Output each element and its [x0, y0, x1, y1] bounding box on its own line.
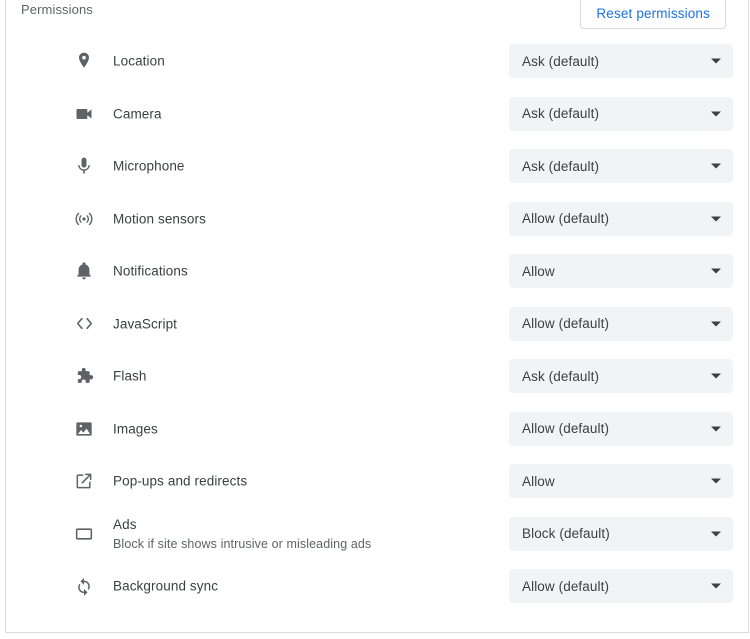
bell-icon: [73, 260, 95, 282]
microphone-icon: [73, 155, 95, 177]
ads-rectangle-icon: [73, 523, 95, 545]
location-pin-icon: [73, 50, 95, 72]
permission-row: Images Allow (default): [6, 403, 748, 456]
permission-text: Microphone: [113, 157, 185, 176]
permission-select-value: Allow (default): [522, 316, 610, 332]
chevron-down-icon: [711, 426, 721, 432]
chevron-down-icon: [711, 111, 721, 117]
permission-select[interactable]: Allow: [509, 254, 733, 289]
permission-select[interactable]: Ask (default): [509, 149, 733, 184]
permission-text: Camera: [113, 104, 162, 123]
permission-row: Microphone Ask (default): [6, 140, 748, 193]
permission-select-value: Allow (default): [522, 211, 610, 227]
chevron-down-icon: [711, 163, 721, 169]
permission-label: Motion sensors: [113, 211, 206, 227]
permission-text: Ads Block if site shows intrusive or misl…: [113, 515, 371, 553]
permission-text: Notifications: [113, 262, 188, 281]
chevron-down-icon: [711, 268, 721, 274]
permission-select-value: Allow: [522, 473, 555, 489]
permission-label: Flash: [113, 368, 147, 384]
permission-row: Notifications Allow: [6, 245, 748, 298]
permission-label: Camera: [113, 106, 162, 122]
permission-select-value: Block (default): [522, 526, 610, 542]
permission-select-value: Allow: [522, 263, 555, 279]
permission-select[interactable]: Allow (default): [509, 201, 733, 236]
chevron-down-icon: [711, 216, 721, 222]
code-brackets-icon: [73, 313, 95, 335]
permission-row: Location Ask (default): [6, 35, 748, 88]
sync-icon: [73, 575, 95, 597]
permission-row: JavaScript Allow (default): [6, 298, 748, 351]
permission-label: Ads: [113, 516, 137, 532]
permission-select[interactable]: Allow (default): [509, 306, 733, 341]
permissions-panel: Permissions Reset permissions Location As…: [5, 0, 749, 633]
permission-select-value: Ask (default): [522, 158, 600, 174]
permission-row: Motion sensors Allow (default): [6, 193, 748, 246]
permission-text: Flash: [113, 367, 147, 386]
permission-select[interactable]: Ask (default): [509, 96, 733, 131]
open-in-new-icon: [73, 470, 95, 492]
permission-label: Microphone: [113, 158, 185, 174]
reset-permissions-label: Reset permissions: [596, 6, 710, 21]
permission-label: Notifications: [113, 263, 188, 279]
permissions-list: Location Ask (default) Camera Ask (default)…: [6, 35, 748, 613]
reset-permissions-button[interactable]: Reset permissions: [580, 0, 726, 29]
video-camera-icon: [73, 103, 95, 125]
permission-row: Ads Block if site shows intrusive or misl…: [6, 508, 748, 561]
permission-select[interactable]: Allow (default): [509, 411, 733, 446]
permission-label: Location: [113, 53, 165, 69]
permission-select-value: Ask (default): [522, 368, 600, 384]
chevron-down-icon: [711, 478, 721, 484]
permission-text: Motion sensors: [113, 209, 206, 228]
motion-sensors-icon: [73, 208, 95, 230]
permission-select-value: Allow (default): [522, 578, 610, 594]
page-title: Permissions: [21, 2, 93, 17]
chevron-down-icon: [711, 321, 721, 327]
permission-select[interactable]: Ask (default): [509, 359, 733, 394]
permission-select[interactable]: Ask (default): [509, 44, 733, 79]
chevron-down-icon: [711, 373, 721, 379]
permission-select-value: Ask (default): [522, 53, 600, 69]
permission-select[interactable]: Allow (default): [509, 569, 733, 604]
permission-select-value: Allow (default): [522, 421, 610, 437]
permission-text: Images: [113, 419, 158, 438]
permission-text: JavaScript: [113, 314, 177, 333]
permission-label: Images: [113, 421, 158, 437]
chevron-down-icon: [711, 583, 721, 589]
permission-text: Background sync: [113, 577, 218, 596]
permission-select-value: Ask (default): [522, 106, 600, 122]
permission-text: Pop-ups and redirects: [113, 472, 247, 491]
image-icon: [73, 418, 95, 440]
puzzle-piece-icon: [73, 365, 95, 387]
permission-label: Pop-ups and redirects: [113, 473, 248, 489]
permission-select[interactable]: Block (default): [509, 516, 733, 551]
chevron-down-icon: [711, 58, 721, 64]
permission-sublabel: Block if site shows intrusive or mislead…: [113, 536, 372, 551]
chevron-down-icon: [711, 531, 721, 537]
permission-row: Camera Ask (default): [6, 88, 748, 141]
permission-select[interactable]: Allow: [509, 464, 733, 499]
permission-text: Location: [113, 52, 165, 71]
permission-row: Background sync Allow (default): [6, 560, 748, 613]
permission-label: Background sync: [113, 578, 219, 594]
permission-row: Flash Ask (default): [6, 350, 748, 403]
permission-label: JavaScript: [113, 316, 178, 332]
permission-row: Pop-ups and redirects Allow: [6, 455, 748, 508]
